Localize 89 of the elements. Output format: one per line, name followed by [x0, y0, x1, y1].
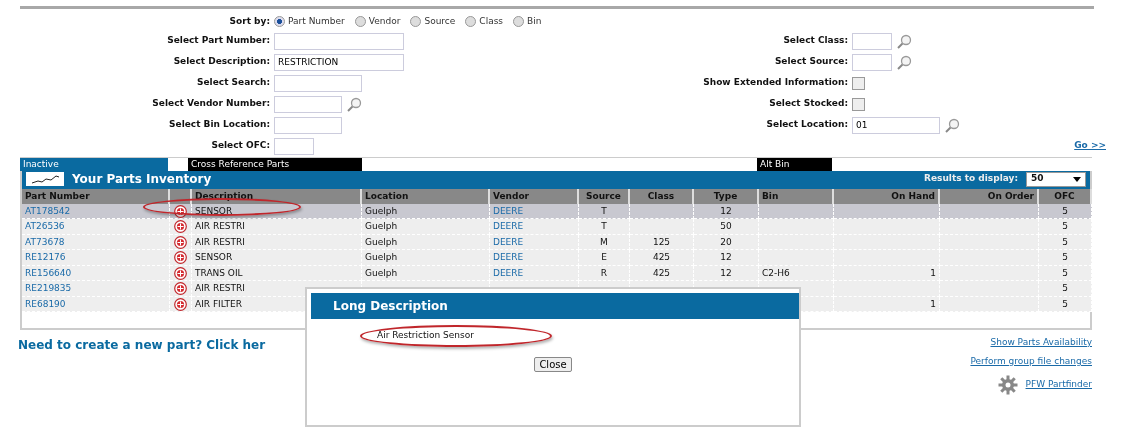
checkbox[interactable] — [852, 76, 865, 90]
table-cell: 5 — [1039, 219, 1092, 235]
search-icon[interactable] — [346, 96, 362, 112]
sort-radio[interactable]: Source — [410, 15, 456, 29]
results-label: Results to display: — [924, 172, 1018, 186]
target-icon[interactable] — [173, 235, 188, 249]
partfinder-link[interactable]: PFW Partfinder — [1025, 377, 1092, 392]
search-icon[interactable] — [896, 33, 912, 49]
vendor-link[interactable]: DEERE — [493, 267, 524, 278]
field-label: Select Bin Location: — [168, 118, 270, 132]
target-icon[interactable] — [173, 204, 188, 218]
dialog-title: Long Description — [311, 293, 799, 319]
input-field[interactable] — [274, 137, 314, 155]
table-cell: SENSOR — [192, 250, 362, 266]
target-icon[interactable] — [173, 297, 188, 311]
table-cell: Guelph — [362, 219, 490, 235]
field-label: Select Part Number: — [166, 34, 270, 48]
chart-icon — [26, 172, 64, 186]
table-cell: E — [579, 250, 630, 266]
close-button[interactable]: Close — [534, 356, 572, 372]
sort-radio[interactable]: Bin — [513, 15, 542, 29]
sort-radio[interactable]: Vendor — [354, 15, 401, 29]
vendor-link[interactable]: DEERE — [493, 221, 524, 231]
sort-label: Sort by: — [228, 15, 270, 28]
input-field[interactable] — [852, 53, 892, 71]
part-number-link[interactable]: RE12176 — [25, 252, 66, 262]
part-number-link[interactable]: RE219835 — [25, 283, 72, 293]
table-cell: AIR RESTRI — [192, 219, 362, 235]
part-number-link[interactable]: AT178542 — [25, 205, 71, 216]
input-field[interactable] — [274, 32, 404, 50]
input-field[interactable] — [274, 74, 362, 92]
input-field[interactable]: RESTRICTION — [274, 53, 404, 71]
field-label: Select Vendor Number: — [151, 97, 270, 111]
field-label: Select Class: — [782, 34, 848, 48]
field-label: Select OFC: — [210, 139, 270, 153]
input-field[interactable] — [852, 32, 892, 50]
table-cell: 125 — [630, 234, 694, 250]
legend-label: Cross Reference Parts — [188, 157, 362, 171]
table-cell: 50 — [694, 219, 759, 235]
table-cell: M — [579, 234, 630, 250]
results-select[interactable]: 50 — [1026, 171, 1086, 187]
field-label: Select Stocked: — [768, 97, 848, 111]
table-cell: 425 — [630, 250, 694, 266]
table-cell: 5 — [1039, 281, 1092, 297]
footer-link[interactable]: Show Parts Availability — [990, 335, 1092, 349]
input-field[interactable] — [274, 116, 342, 134]
table-cell — [630, 219, 694, 235]
caret-icon — [1073, 176, 1081, 182]
vendor-link[interactable]: DEERE — [493, 252, 524, 262]
go-link[interactable]: Go >> — [1074, 139, 1106, 153]
input-field[interactable]: 01 — [852, 116, 940, 134]
part-number-link[interactable]: RE156640 — [25, 267, 72, 278]
part-number-link[interactable]: RE68190 — [25, 298, 66, 309]
table-cell: 425 — [630, 265, 694, 281]
table-cell: 5 — [1039, 250, 1092, 266]
dialog-text: Air Restriction Sensor — [377, 329, 474, 342]
table-cell: Guelph — [362, 250, 490, 266]
table-cell: 12 — [694, 250, 759, 266]
table-cell: R — [579, 265, 630, 281]
target-icon[interactable] — [173, 251, 188, 264]
field-label: Show Extended Information: — [702, 76, 848, 90]
table-cell: AIR RESTRI — [192, 234, 362, 250]
gear-icon — [997, 374, 1018, 395]
target-icon[interactable] — [173, 220, 188, 233]
part-number-link[interactable]: AT73678 — [25, 236, 65, 247]
table-cell: C2-H6 — [759, 265, 834, 281]
field-label: Select Source: — [773, 55, 848, 69]
target-icon[interactable] — [173, 266, 188, 280]
legend-label: Alt Bin — [757, 157, 832, 171]
input-field[interactable] — [274, 95, 342, 113]
part-number-link[interactable]: AT26536 — [25, 221, 65, 231]
table-cell: 1 — [834, 265, 940, 281]
table-title: Your Parts Inventory — [72, 171, 212, 188]
field-label: Select Location: — [765, 118, 848, 132]
table-cell: 1 — [834, 296, 940, 312]
vendor-link[interactable]: DEERE — [493, 205, 524, 216]
table-cell: T — [579, 219, 630, 235]
target-icon[interactable] — [173, 282, 188, 295]
footer-link[interactable]: Perform group file changes — [970, 355, 1092, 369]
sort-radio[interactable]: Class — [465, 15, 504, 29]
create-part-prompt[interactable]: Need to create a new part? Click her — [18, 335, 266, 395]
field-label: Select Search: — [196, 76, 270, 90]
field-label: Select Description: — [172, 55, 270, 69]
search-icon[interactable] — [944, 117, 960, 133]
sort-radio[interactable]: Part Number — [274, 15, 345, 29]
legend-label: Inactive — [20, 157, 168, 171]
checkbox[interactable] — [852, 97, 865, 111]
search-icon[interactable] — [896, 54, 912, 70]
vendor-link[interactable]: DEERE — [493, 236, 524, 247]
